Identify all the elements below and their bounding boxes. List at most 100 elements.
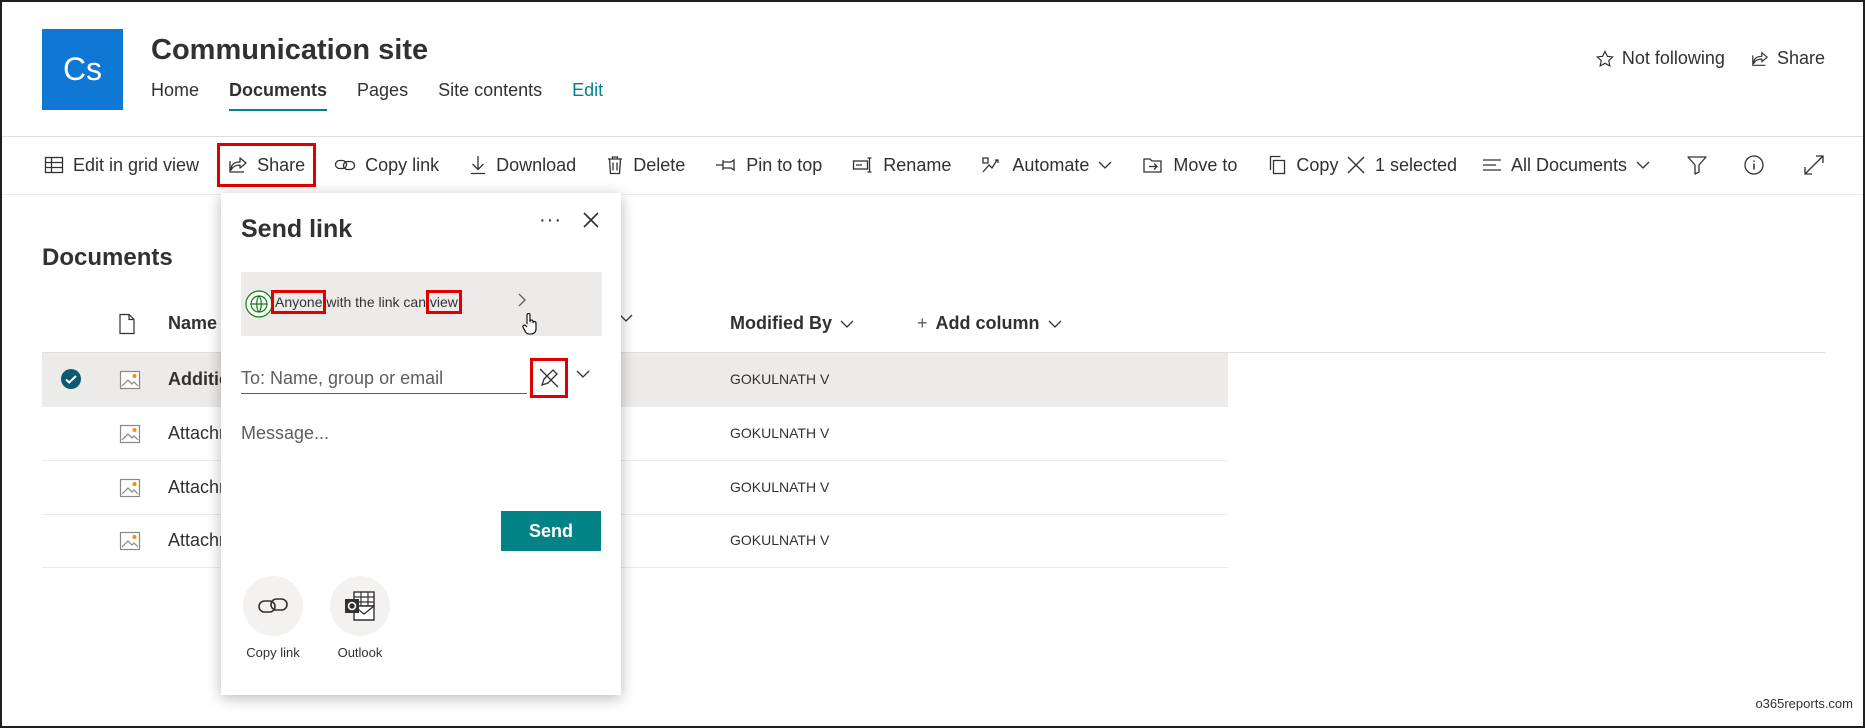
more-options-icon[interactable]: ··· <box>539 209 562 232</box>
share-button[interactable]: Share <box>217 143 317 187</box>
recipients-input[interactable] <box>241 364 527 394</box>
delete-button[interactable]: Delete <box>606 155 685 176</box>
view-dropdown[interactable]: All Documents <box>1482 155 1650 176</box>
selection-indicator[interactable]: 1 selected <box>1346 148 1487 182</box>
pen-blocked-icon <box>539 368 559 388</box>
name-column-header[interactable]: Name <box>168 313 217 334</box>
close-icon[interactable] <box>582 211 600 229</box>
outlook-option[interactable]: Outlook <box>325 576 395 660</box>
name-column-label: Name <box>168 313 218 333</box>
panel-title: Send link <box>241 215 353 243</box>
view-selector[interactable]: All Documents <box>1482 148 1680 182</box>
delete-label: Delete <box>633 154 686 175</box>
copy-link-button[interactable]: Copy link <box>334 155 439 176</box>
link-icon <box>334 159 356 171</box>
file-type-column-header[interactable] <box>118 313 136 335</box>
copy-to-button[interactable]: Copy <box>1267 155 1338 176</box>
watermark: o365reports.com <box>1755 696 1853 711</box>
image-file-icon <box>119 424 141 444</box>
pin-label: Pin to top <box>746 154 823 175</box>
row-name[interactable]: Additic <box>168 369 229 390</box>
anyone-highlight: Anyone <box>270 290 327 314</box>
table-row[interactable]: Attachn GOKULNATH V <box>42 514 1228 568</box>
automate-button[interactable]: Automate <box>981 155 1112 176</box>
hidden-column-chevron[interactable] <box>619 313 633 323</box>
row-modified-by: GOKULNATH V <box>730 532 830 548</box>
nav-site-contents[interactable]: Site contents <box>438 80 542 111</box>
document-icon <box>119 313 135 335</box>
filter-icon <box>1687 156 1707 175</box>
link-icon <box>258 598 288 613</box>
outlook-circle[interactable] <box>330 576 390 636</box>
clear-selection-button[interactable]: 1 selected <box>1346 155 1457 176</box>
plus-icon: + <box>917 313 928 333</box>
add-column-button[interactable]: + Add column <box>917 313 1062 334</box>
info-icon <box>1744 155 1764 175</box>
image-file-icon <box>119 370 141 390</box>
site-nav: Home Documents Pages Site contents Edit <box>151 80 633 111</box>
rename-button[interactable]: Rename <box>852 155 951 176</box>
star-icon <box>1595 49 1614 67</box>
chevron-down-icon <box>1098 161 1112 169</box>
share-icon <box>229 157 247 173</box>
view-lines-icon <box>1483 159 1501 171</box>
link-settings-button[interactable]: Anyone with the link can view <box>241 272 602 336</box>
chevron-down-icon <box>619 314 633 322</box>
nav-documents[interactable]: Documents <box>229 80 328 111</box>
share-icon <box>1752 51 1768 66</box>
outlook-option-label: Outlook <box>337 645 383 660</box>
edit-grid-button[interactable]: Edit in grid view <box>44 155 199 176</box>
copy-icon <box>1270 155 1286 175</box>
hand-cursor-icon <box>522 313 537 335</box>
command-bar: Edit in grid view Share Copy link Downlo… <box>44 143 1368 187</box>
row-name[interactable]: Attachn <box>168 477 229 498</box>
copy-link-circle[interactable] <box>243 576 303 636</box>
send-button[interactable]: Send <box>501 511 601 551</box>
trash-icon <box>608 156 623 175</box>
header-actions: Not following Share <box>1595 48 1825 69</box>
nav-edit[interactable]: Edit <box>572 80 603 111</box>
close-icon <box>1347 156 1365 174</box>
download-button[interactable]: Download <box>469 155 576 176</box>
share-label: Share <box>257 154 306 175</box>
nav-pages[interactable]: Pages <box>357 80 408 111</box>
image-file-icon <box>119 478 141 498</box>
download-icon <box>471 156 486 175</box>
site-share-label: Share <box>1776 48 1825 68</box>
expand-button[interactable] <box>1803 148 1825 182</box>
checkmark-circle-icon[interactable] <box>60 368 82 390</box>
block-download-button[interactable] <box>530 358 568 398</box>
row-modified-by: GOKULNATH V <box>730 425 830 441</box>
chevron-right-icon <box>518 293 526 307</box>
add-column-label: Add column <box>935 313 1040 333</box>
copy-link-option[interactable]: Copy link <box>238 576 308 660</box>
nav-home[interactable]: Home <box>151 80 199 111</box>
chevron-down-icon <box>1048 320 1061 328</box>
filter-button[interactable] <box>1686 148 1708 182</box>
row-name[interactable]: Attachn <box>168 530 229 551</box>
row-name[interactable]: Attachn <box>168 423 229 444</box>
header-divider <box>2 136 1863 137</box>
move-to-button[interactable]: Move to <box>1142 155 1237 176</box>
modified-by-column-header[interactable]: Modified By <box>730 313 854 334</box>
link-permission-text: Anyone with the link can view <box>270 290 462 314</box>
move-to-label: Move to <box>1173 154 1238 175</box>
site-share-button[interactable]: Share <box>1751 48 1825 69</box>
chevron-down-icon <box>840 320 854 328</box>
permission-middle-text: with the link can <box>322 294 430 310</box>
pin-to-top-button[interactable]: Pin to top <box>715 155 822 176</box>
table-row[interactable]: Attachn GOKULNATH V <box>42 407 1228 461</box>
message-input[interactable] <box>241 423 601 483</box>
site-title[interactable]: Communication site <box>151 34 428 67</box>
site-logo[interactable]: Cs <box>42 29 123 110</box>
edit-grid-label: Edit in grid view <box>73 154 200 175</box>
follow-button[interactable]: Not following <box>1595 48 1725 69</box>
table-row[interactable]: Attachn GOKULNATH V <box>42 461 1228 515</box>
selected-count: 1 selected <box>1375 154 1458 175</box>
chevron-down-icon[interactable] <box>576 369 590 379</box>
info-button[interactable] <box>1743 148 1765 182</box>
table-row[interactable]: Additic GOKULNATH V <box>42 353 1228 407</box>
library-title: Documents <box>42 244 173 271</box>
grid-icon <box>44 156 64 174</box>
copy-link-option-label: Copy link <box>246 645 300 660</box>
